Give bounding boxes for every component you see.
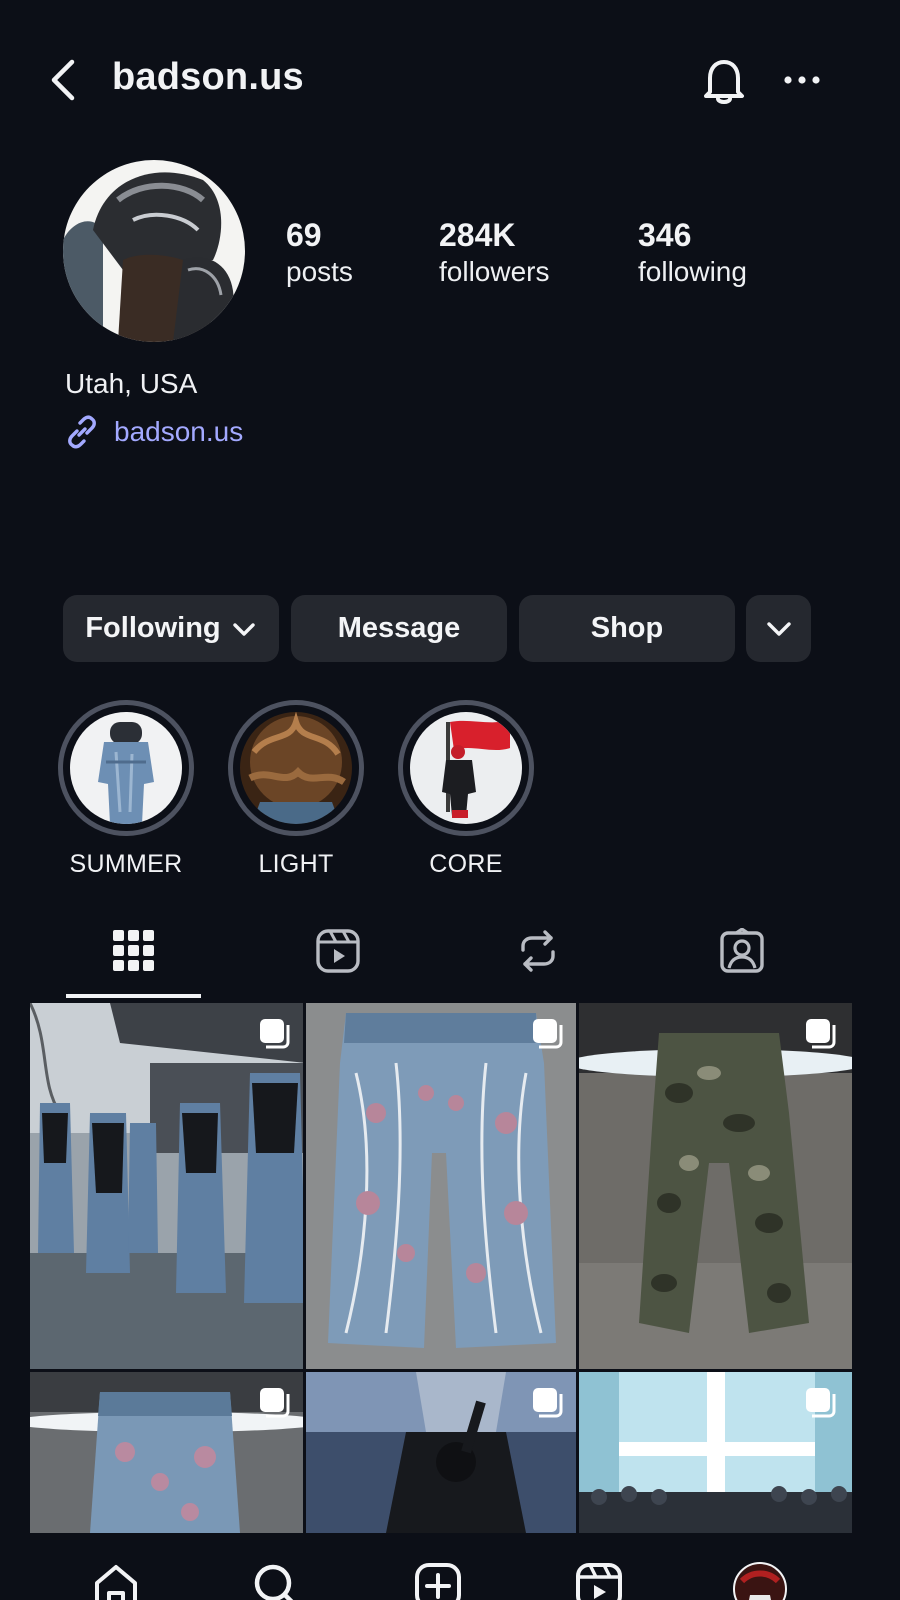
post-image (579, 1003, 852, 1369)
multiple-posts-icon (533, 1388, 563, 1418)
post-tile[interactable] (576, 1372, 852, 1533)
top-bar: badson.us (0, 40, 900, 120)
grid-icon (112, 930, 154, 971)
profile-avatar (733, 1562, 787, 1600)
stat-posts[interactable]: 69 posts (286, 215, 353, 289)
tab-reels[interactable] (270, 920, 405, 1000)
avatar-image (63, 160, 245, 342)
message-button[interactable]: Message (291, 595, 507, 662)
tab-reposts[interactable] (470, 920, 605, 1000)
tab-posts-grid[interactable] (66, 920, 201, 1000)
profile-link[interactable]: badson.us (64, 414, 243, 450)
posts-grid (30, 1003, 863, 1533)
highlight-cover (240, 712, 352, 824)
nav-create[interactable] (408, 1561, 468, 1600)
highlight-label: SUMMER (69, 850, 183, 878)
multiple-posts-icon (260, 1019, 290, 1049)
post-tile[interactable] (30, 1003, 306, 1369)
nav-profile[interactable] (730, 1561, 790, 1600)
suggested-accounts-button[interactable] (746, 595, 811, 662)
post-image (306, 1003, 579, 1369)
stat-following-value: 346 (638, 217, 692, 253)
highlight-ring (398, 700, 534, 836)
repost-icon (520, 930, 555, 972)
profile-location: Utah, USA (65, 368, 198, 399)
multiple-posts-icon (806, 1019, 836, 1049)
highlight-summer[interactable]: SUMMER (58, 700, 194, 879)
stat-following-label: following (638, 256, 747, 287)
link-icon (68, 415, 96, 449)
tagged-user-icon (719, 928, 764, 973)
highlight-cover (410, 712, 522, 824)
multiple-posts-icon (806, 1388, 836, 1418)
highlight-ring (58, 700, 194, 836)
stat-followers-label: followers (439, 256, 550, 287)
nav-reels[interactable] (569, 1561, 629, 1600)
following-button[interactable]: Following (63, 595, 279, 662)
highlight-cover (70, 712, 182, 824)
search-icon (254, 1564, 294, 1600)
profile-username: badson.us (112, 56, 304, 98)
nav-search[interactable] (246, 1561, 306, 1600)
home-icon (95, 1565, 137, 1600)
tab-tagged[interactable] (674, 920, 809, 1000)
chevron-left-icon (51, 59, 75, 101)
stat-posts-value: 69 (286, 217, 322, 253)
multiple-posts-icon (260, 1388, 290, 1418)
back-button[interactable] (44, 56, 80, 104)
profile-avatar[interactable] (63, 160, 245, 342)
highlight-label: LIGHT (258, 850, 334, 878)
message-button-label: Message (337, 612, 461, 644)
reels-icon (576, 1563, 622, 1600)
stat-following[interactable]: 346 following (638, 215, 747, 289)
reels-icon (315, 929, 360, 973)
chevron-down-icon (766, 621, 791, 636)
highlight-label: CORE (429, 850, 503, 878)
shop-button[interactable]: Shop (519, 595, 735, 662)
stat-posts-label: posts (286, 256, 353, 287)
post-tile[interactable] (303, 1372, 579, 1533)
multiple-posts-icon (533, 1019, 563, 1049)
profile-link-text: badson.us (114, 416, 244, 447)
following-button-label: Following (85, 612, 221, 644)
highlight-ring (228, 700, 364, 836)
bell-icon (704, 60, 744, 104)
highlight-core[interactable]: CORE (398, 700, 534, 879)
post-image (30, 1003, 306, 1369)
more-horizontal-icon (784, 76, 820, 84)
active-tab-indicator (66, 994, 201, 998)
bottom-navigation (0, 1555, 900, 1600)
stat-followers[interactable]: 284K followers (439, 215, 549, 289)
chevron-down-icon (232, 622, 255, 636)
more-options-button[interactable] (780, 60, 824, 100)
highlight-light[interactable]: LIGHT (228, 700, 364, 879)
create-post-icon (415, 1563, 461, 1600)
stat-followers-value: 284K (439, 217, 516, 253)
post-tile[interactable] (576, 1003, 852, 1369)
nav-home[interactable] (86, 1561, 146, 1600)
notifications-button[interactable] (700, 54, 748, 106)
post-tile[interactable] (30, 1372, 306, 1533)
shop-button-label: Shop (590, 612, 664, 644)
post-tile[interactable] (303, 1003, 579, 1369)
